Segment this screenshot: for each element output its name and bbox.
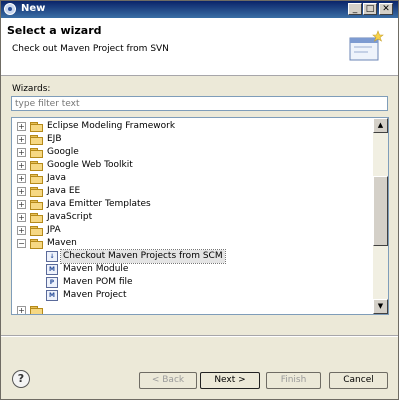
finish-button[interactable]: Finish	[266, 372, 321, 389]
tree-scrollbar[interactable]: ▲ ▼	[373, 118, 388, 314]
tree-item-label: Maven	[47, 238, 77, 248]
tree-item-label: JPA	[47, 225, 61, 235]
folder-icon	[30, 187, 43, 197]
tree-item-label: EJB	[47, 134, 62, 144]
cancel-button[interactable]: Cancel	[329, 372, 388, 389]
folder-icon	[30, 122, 43, 132]
footer-divider	[1, 335, 398, 337]
tree-item-label: Maven Project	[63, 290, 127, 300]
help-icon[interactable]: ?	[12, 370, 30, 388]
close-button[interactable]: ✕	[379, 3, 393, 15]
next-button[interactable]: Next >	[200, 372, 260, 389]
window-title: New	[21, 3, 46, 14]
expand-icon[interactable]: +	[17, 200, 26, 209]
filter-input[interactable]	[11, 96, 388, 111]
folder-icon	[30, 226, 43, 236]
collapse-icon[interactable]: −	[17, 239, 26, 248]
tree-item-label: Java Emitter Templates	[47, 199, 151, 209]
eclipse-icon	[4, 3, 16, 15]
scroll-thumb[interactable]	[373, 176, 388, 246]
maximize-button[interactable]: □	[363, 3, 377, 15]
folder-icon	[30, 135, 43, 145]
tree-item-label: Google Web Toolkit	[47, 160, 133, 170]
pom-file-icon: P	[46, 277, 58, 288]
expand-icon[interactable]: +	[17, 213, 26, 222]
expand-icon[interactable]: +	[17, 306, 26, 314]
folder-icon	[30, 174, 43, 184]
tree-item-label: Maven POM file	[63, 277, 133, 287]
page-description: Check out Maven Project from SVN	[12, 44, 169, 54]
tree-item-label: Java EE	[47, 186, 81, 196]
tree-item-label: Maven Module	[63, 264, 129, 274]
scroll-down-button[interactable]: ▼	[373, 299, 388, 314]
back-button[interactable]: < Back	[139, 372, 197, 389]
expand-icon[interactable]: +	[17, 122, 26, 131]
expand-icon[interactable]: +	[17, 187, 26, 196]
wizard-header: Select a wizard Check out Maven Project …	[1, 18, 398, 76]
expand-icon[interactable]: +	[17, 135, 26, 144]
expand-icon[interactable]: +	[17, 174, 26, 183]
page-title: Select a wizard	[7, 24, 102, 37]
tree-item-label: JavaScript	[47, 212, 93, 222]
open-folder-icon	[30, 239, 43, 249]
folder-icon	[30, 306, 43, 314]
folder-icon	[30, 148, 43, 158]
scm-checkout-icon: ↓	[46, 251, 58, 262]
tree-item-label: Google	[47, 147, 79, 157]
maven-module-icon: M	[46, 264, 58, 275]
folder-icon	[30, 200, 43, 210]
expand-icon[interactable]: +	[17, 161, 26, 170]
minimize-button[interactable]: _	[348, 3, 362, 15]
maven-project-icon: M	[46, 290, 58, 301]
expand-icon[interactable]: +	[17, 226, 26, 235]
new-wizard-banner-icon	[349, 30, 384, 61]
folder-icon	[30, 213, 43, 223]
wizards-label: Wizards:	[12, 84, 51, 94]
folder-icon	[30, 161, 43, 171]
tree-item-label: Eclipse Modeling Framework	[47, 121, 176, 131]
wizard-tree: + Eclipse Modeling Framework + EJB + Goo…	[11, 117, 389, 315]
expand-icon[interactable]: +	[17, 148, 26, 157]
tree-item-label: Java	[47, 173, 67, 183]
scroll-up-button[interactable]: ▲	[373, 118, 388, 133]
title-bar[interactable]: New _ □ ✕	[1, 1, 398, 18]
new-wizard-dialog: New _ □ ✕ Select a wizard Check out Mave…	[0, 0, 399, 400]
tree-item-label: Checkout Maven Projects from SCM	[60, 249, 226, 264]
